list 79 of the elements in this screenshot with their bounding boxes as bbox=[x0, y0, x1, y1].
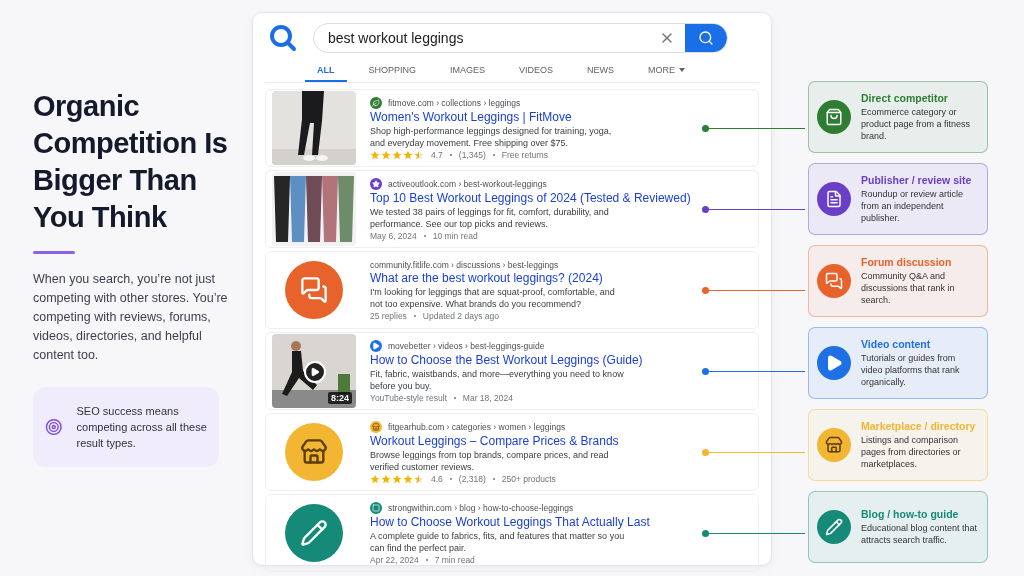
category-description: Tutorials or guides from video platforms that rank organically. bbox=[861, 351, 961, 388]
result-snippet: Shop high-performance leggings designed for training, yoga, and everyday movement. Free shipping over $75. bbox=[370, 124, 613, 149]
result-meta: Free returns bbox=[501, 149, 549, 160]
storefront-icon bbox=[300, 438, 328, 466]
play-icon bbox=[825, 353, 843, 372]
category-description: Ecommerce category or product page from a fitness brand. bbox=[861, 105, 972, 142]
result-snippet: I'm looking for leggings that are squat-proof, comfortable, and not too expensive. What brands do you recommend? bbox=[370, 285, 616, 310]
category-title: Blog / how-to guide bbox=[861, 507, 960, 520]
breadcrumb: fitmove.com › collections › leggings bbox=[388, 97, 521, 108]
category-title: Marketplace / directory bbox=[861, 419, 977, 432]
document-icon bbox=[825, 189, 843, 208]
breadcrumb: activeoutlook.com › best-workout-leggings bbox=[388, 178, 547, 189]
category-description: Roundup or review article from an independent publisher. bbox=[861, 187, 965, 224]
pencil-icon bbox=[825, 517, 843, 536]
tab[interactable]: ALL bbox=[305, 59, 347, 82]
result-title-link[interactable]: How to Choose Workout Leggings That Actually Last bbox=[370, 514, 710, 529]
result-title-link[interactable]: What are the best workout leggings? (2024) bbox=[370, 270, 710, 285]
star-icon bbox=[381, 149, 391, 160]
star-icon bbox=[414, 473, 424, 484]
result-meta: Updated 2 days ago bbox=[422, 310, 499, 321]
pencil-icon bbox=[300, 519, 328, 547]
tab[interactable]: VIDEOS bbox=[507, 59, 566, 82]
star-icon bbox=[403, 149, 413, 160]
tab[interactable]: IMAGES bbox=[438, 59, 498, 82]
result-meta: 4.6 bbox=[431, 473, 443, 484]
result-meta: May 6, 2024 bbox=[370, 230, 417, 241]
intro-paragraph: When you search, you’re not just competing with other stores. You’re competing with reviews, forums, videos, directories, and helpful content too. bbox=[33, 271, 228, 364]
speech-bubbles-icon bbox=[300, 276, 328, 304]
result-meta: 7 min read bbox=[434, 554, 475, 565]
result-title-link[interactable]: How to Choose the Best Workout Leggings (Guide) bbox=[370, 352, 710, 367]
result-snippet: Fit, fabric, waistbands, and more—everything you need to know before you buy. bbox=[370, 367, 625, 392]
category-title: Forum discussion bbox=[861, 255, 953, 268]
category-title: Publisher / review site bbox=[861, 173, 973, 186]
tab[interactable]: SHOPPING bbox=[356, 59, 428, 82]
star-icon bbox=[414, 149, 424, 160]
result-meta: (2,318) bbox=[458, 473, 486, 484]
tip-text: SEO success means competing across all these result types. bbox=[76, 404, 207, 451]
result-title-link[interactable]: Women's Workout Leggings | FitMove bbox=[370, 109, 710, 124]
result-meta: Mar 18, 2024 bbox=[462, 392, 513, 403]
search-logo-icon bbox=[269, 24, 297, 52]
category-title: Direct competitor bbox=[861, 91, 949, 104]
star-icon bbox=[370, 473, 380, 484]
storefront-icon bbox=[825, 435, 843, 454]
play-icon bbox=[310, 367, 320, 377]
category-description: Educational blog content that attracts search traffic. bbox=[861, 521, 979, 546]
star-icon bbox=[392, 473, 402, 484]
category-description: Community Q&A and discussions that rank in search. bbox=[861, 269, 956, 306]
search-icon bbox=[698, 30, 714, 46]
star-icon bbox=[381, 473, 391, 484]
search-button[interactable] bbox=[685, 24, 727, 52]
headline: Organic Competition Is Bigger Than You Think bbox=[33, 89, 228, 235]
result-meta: 250+ products bbox=[501, 473, 556, 484]
result-meta: 10 min read bbox=[432, 230, 478, 241]
result-snippet: We tested 38 pairs of leggings for fit, comfort, durability, and performance. See our top picks and reviews. bbox=[370, 205, 610, 230]
breadcrumb: movebetter › videos › best-leggings-guide bbox=[388, 340, 545, 351]
result-meta: YouTube-style result bbox=[370, 392, 447, 403]
result-title-link[interactable]: Top 10 Best Workout Leggings of 2024 (Tested & Reviewed) bbox=[370, 190, 710, 205]
result-meta: 25 replies bbox=[370, 310, 407, 321]
breadcrumb: community.fitlife.com › discussions › best-leggings bbox=[370, 259, 559, 270]
category-title: Video content bbox=[861, 337, 932, 350]
caret-icon bbox=[679, 68, 686, 72]
result-meta: Apr 22, 2024 bbox=[370, 554, 419, 565]
result-meta: (1,345) bbox=[458, 149, 486, 160]
star-icon bbox=[370, 149, 380, 160]
shopping-bag-icon bbox=[825, 107, 843, 126]
video-duration: 8:24 bbox=[328, 392, 352, 404]
result-snippet: Browse leggings from top brands, compare prices, and read verified customer reviews. bbox=[370, 448, 610, 473]
search-query: best workout leggings bbox=[327, 30, 465, 46]
breadcrumb: fitgearhub.com › categories › women › leggings bbox=[388, 421, 566, 432]
result-title-link[interactable]: Workout Leggings – Compare Prices & Brands bbox=[370, 433, 710, 448]
category-description: Listings and comparison pages from directories or marketplaces. bbox=[861, 433, 962, 470]
star-icon bbox=[392, 149, 402, 160]
tab[interactable]: MORE bbox=[636, 59, 698, 82]
star-icon bbox=[403, 473, 413, 484]
speech-bubbles-icon bbox=[825, 271, 843, 290]
breadcrumb: strongwithin.com › blog › how-to-choose-leggings bbox=[388, 502, 574, 513]
tab[interactable]: NEWS bbox=[575, 59, 627, 82]
result-meta: 4.7 bbox=[431, 149, 443, 160]
result-snippet: A complete guide to fabrics, fits, and features that matter so you can find the perfect pair. bbox=[370, 529, 625, 554]
